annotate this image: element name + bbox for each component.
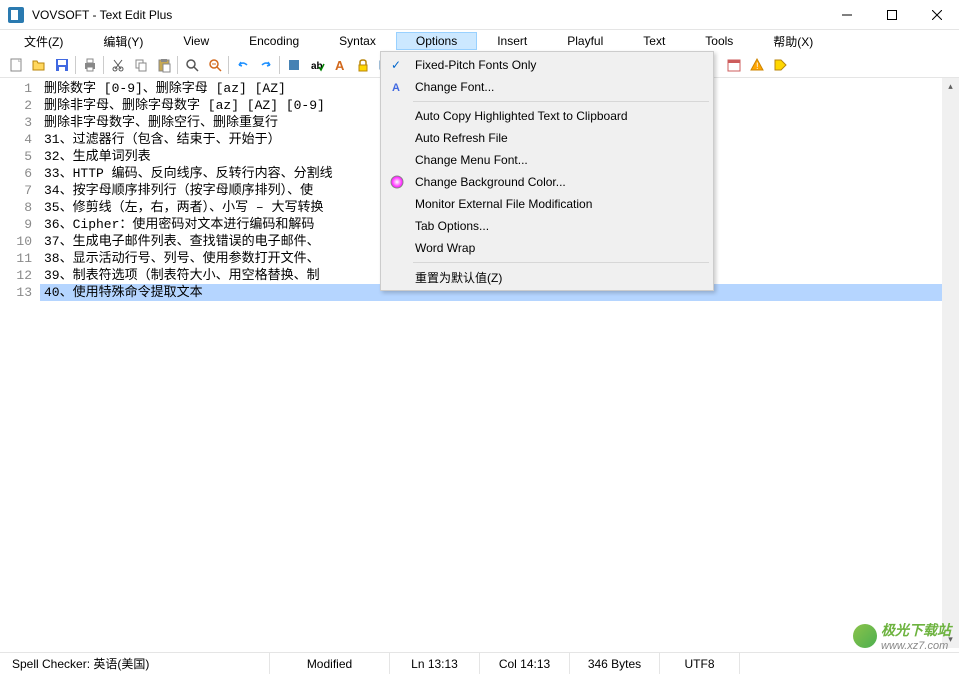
new-file-icon[interactable] (4, 54, 27, 76)
menu-z[interactable]: 文件(Z) (4, 31, 83, 52)
dropdown-item[interactable]: ✓ Fixed-Pitch Fonts Only (383, 54, 711, 76)
dropdown-item-label: Change Font... (415, 80, 494, 94)
watermark: 极光下载站 www.xz7.com (853, 620, 951, 652)
paste-icon[interactable] (152, 54, 175, 76)
line-number: 8 (0, 199, 32, 216)
dropdown-item[interactable]: A Change Font... (383, 76, 711, 98)
status-line: Ln 13:13 (390, 653, 480, 674)
maximize-button[interactable] (869, 0, 914, 30)
minimize-button[interactable] (824, 0, 869, 30)
menu-insert[interactable]: Insert (477, 32, 547, 50)
dropdown-item-label: Tab Options... (415, 219, 489, 233)
lock-icon[interactable] (351, 54, 374, 76)
line-number: 2 (0, 97, 32, 114)
dropdown-item[interactable]: Monitor External File Modification (383, 193, 711, 215)
status-spell: Spell Checker: 英语(美国) (0, 653, 270, 674)
line-number: 3 (0, 114, 32, 131)
line-number: 5 (0, 148, 32, 165)
status-column: Col 14:13 (480, 653, 570, 674)
window-title: VOVSOFT - Text Edit Plus (32, 8, 824, 22)
line-number: 4 (0, 131, 32, 148)
menu-separator (413, 101, 709, 102)
menubar: 文件(Z)编辑(Y)ViewEncodingSyntaxOptionsInser… (0, 30, 959, 52)
dropdown-item[interactable]: Change Menu Font... (383, 149, 711, 171)
print-icon[interactable] (78, 54, 101, 76)
cut-icon[interactable] (106, 54, 129, 76)
menu-tools[interactable]: Tools (685, 32, 753, 50)
spell-check-icon[interactable]: ab (305, 54, 328, 76)
dropdown-item[interactable]: Auto Copy Highlighted Text to Clipboard (383, 105, 711, 127)
open-file-icon[interactable] (27, 54, 50, 76)
line-number: 13 (0, 284, 32, 301)
options-dropdown: ✓ Fixed-Pitch Fonts Only A Change Font... Au… (380, 51, 714, 291)
menu-separator (413, 262, 709, 263)
check-icon: ✓ (391, 58, 401, 72)
tool-icon-1[interactable] (282, 54, 305, 76)
menu-syntax[interactable]: Syntax (319, 32, 396, 50)
save-icon[interactable] (50, 54, 73, 76)
color-wheel-icon (389, 174, 405, 190)
svg-text:!: ! (756, 61, 759, 71)
statusbar: Spell Checker: 英语(美国) Modified Ln 13:13 … (0, 652, 959, 674)
line-number: 9 (0, 216, 32, 233)
line-number: 12 (0, 267, 32, 284)
menu-options[interactable]: Options (396, 32, 477, 50)
menu-x[interactable]: 帮助(X) (753, 31, 833, 52)
titlebar: VOVSOFT - Text Edit Plus (0, 0, 959, 30)
copy-icon[interactable] (129, 54, 152, 76)
dropdown-item[interactable]: Tab Options... (383, 215, 711, 237)
dropdown-item-label: Word Wrap (415, 241, 475, 255)
watermark-logo-icon (853, 624, 877, 648)
close-button[interactable] (914, 0, 959, 30)
dropdown-item-label: 重置为默认值(Z) (415, 269, 502, 286)
dropdown-item-label: Auto Copy Highlighted Text to Clipboard (415, 109, 628, 123)
status-encoding: UTF8 (660, 653, 740, 674)
line-number: 11 (0, 250, 32, 267)
scroll-up-icon[interactable]: ▴ (942, 78, 959, 95)
watermark-text: 极光下载站 (881, 620, 951, 640)
redo-icon[interactable] (254, 54, 277, 76)
vertical-scrollbar[interactable]: ▴ ▾ (942, 78, 959, 648)
menu-y[interactable]: 编辑(Y) (83, 31, 163, 52)
dropdown-item[interactable]: 重置为默认值(Z) (383, 266, 711, 288)
svg-text:A: A (392, 82, 400, 94)
menu-text[interactable]: Text (623, 32, 685, 50)
zoom-icon[interactable] (203, 54, 226, 76)
app-icon (8, 7, 24, 23)
line-number: 6 (0, 165, 32, 182)
dropdown-item-label: Auto Refresh File (415, 131, 508, 145)
search-icon[interactable] (180, 54, 203, 76)
svg-text:A: A (335, 58, 345, 73)
dropdown-item-label: Change Menu Font... (415, 153, 528, 167)
dropdown-item-label: Monitor External File Modification (415, 197, 592, 211)
line-number: 7 (0, 182, 32, 199)
calendar-icon[interactable] (722, 54, 745, 76)
dropdown-item[interactable]: Change Background Color... (383, 171, 711, 193)
line-gutter: 12345678910111213 (0, 78, 40, 648)
font-icon: A (389, 79, 405, 95)
menu-playful[interactable]: Playful (547, 32, 623, 50)
status-modified: Modified (270, 653, 390, 674)
line-number: 1 (0, 80, 32, 97)
font-icon[interactable]: A (328, 54, 351, 76)
dropdown-item[interactable]: Auto Refresh File (383, 127, 711, 149)
dropdown-item[interactable]: Word Wrap (383, 237, 711, 259)
undo-icon[interactable] (231, 54, 254, 76)
dropdown-item-label: Change Background Color... (415, 175, 566, 189)
menu-view[interactable]: View (163, 32, 229, 50)
status-bytes: 346 Bytes (570, 653, 660, 674)
tag-icon[interactable] (768, 54, 791, 76)
line-number: 10 (0, 233, 32, 250)
menu-encoding[interactable]: Encoding (229, 32, 319, 50)
warning-icon[interactable]: ! (745, 54, 768, 76)
dropdown-item-label: Fixed-Pitch Fonts Only (415, 58, 536, 72)
watermark-url: www.xz7.com (881, 640, 951, 652)
